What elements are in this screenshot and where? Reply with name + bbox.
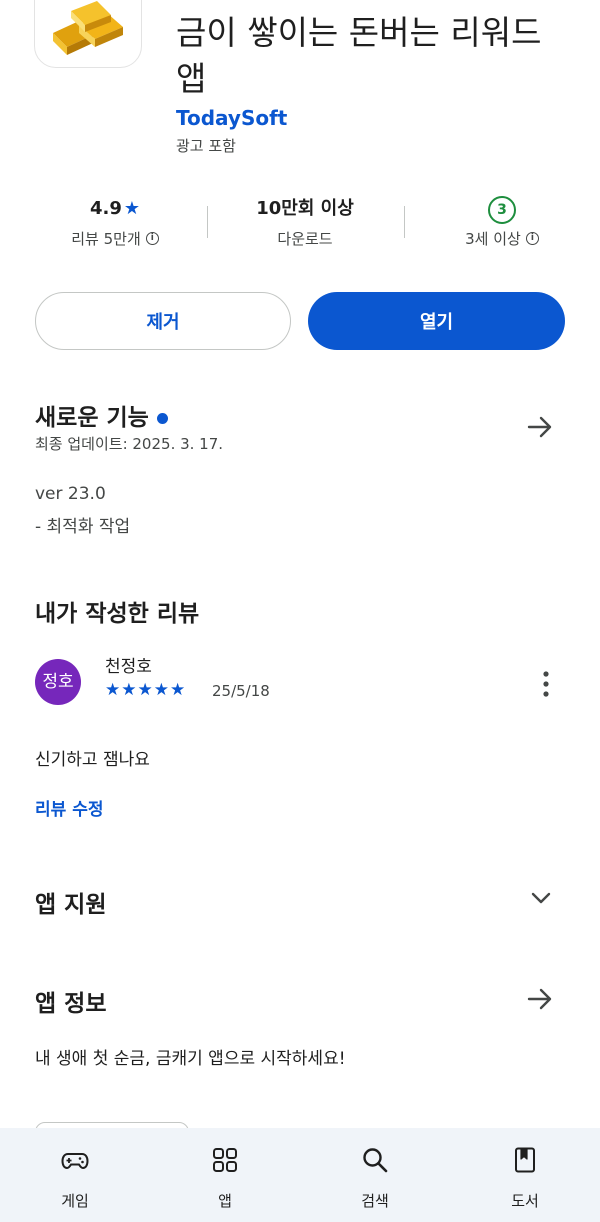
app-title: 금이 쌓이는 돈버는 리워드 앱 bbox=[176, 13, 542, 98]
stat-divider bbox=[207, 206, 208, 238]
version-text: ver 23.0 bbox=[35, 484, 106, 504]
more-options-icon[interactable] bbox=[534, 670, 558, 698]
app-support-title[interactable]: 앱 지원 bbox=[35, 885, 107, 919]
rating-stat[interactable]: 4.9 ★ 리뷰 5만개 i bbox=[40, 196, 190, 249]
gold-bars-icon bbox=[53, 1, 123, 55]
new-indicator-dot bbox=[156, 413, 168, 424]
my-review-title: 내가 작성한 리뷰 bbox=[35, 601, 200, 627]
release-notes: - 최적화 작업 bbox=[35, 517, 131, 537]
reviewer-name: 천정호 bbox=[105, 657, 152, 677]
nav-label-games: 게임 bbox=[61, 1192, 89, 1210]
avatar: 정호 bbox=[35, 659, 81, 705]
arrow-right-icon[interactable] bbox=[526, 985, 554, 1013]
stat-divider bbox=[404, 206, 405, 238]
reviews-count: 리뷰 5만개 bbox=[71, 230, 141, 248]
developer-link[interactable]: TodaySoft bbox=[176, 106, 287, 130]
chevron-down-icon[interactable] bbox=[529, 888, 553, 908]
rating-value: 4.9 bbox=[89, 198, 122, 219]
nav-label-books: 도서 bbox=[511, 1192, 539, 1210]
app-icon bbox=[34, 0, 142, 68]
downloads-label: 다운로드 bbox=[277, 230, 333, 248]
app-info-title[interactable]: 앱 정보 bbox=[35, 984, 107, 1018]
nav-games[interactable]: 게임 bbox=[25, 1128, 125, 1222]
review-date: 25/5/18 bbox=[212, 682, 270, 700]
whats-new-title-text: 새로운 기능 bbox=[35, 405, 149, 431]
age-rating-label: 3세 이상 bbox=[465, 230, 521, 248]
nav-books[interactable]: 도서 bbox=[475, 1128, 575, 1222]
nav-label-search: 검색 bbox=[361, 1192, 389, 1210]
star-icon: ★ bbox=[123, 198, 141, 219]
downloads-stat: 10만회 이상 다운로드 bbox=[230, 196, 380, 249]
downloads-value: 10만회 이상 bbox=[256, 198, 354, 219]
nav-label-apps: 앱 bbox=[218, 1192, 232, 1210]
search-icon bbox=[363, 1148, 388, 1173]
age-rating-stat[interactable]: 3 3세 이상 i bbox=[426, 196, 578, 249]
nav-apps[interactable]: 앱 bbox=[175, 1128, 275, 1222]
info-icon: i bbox=[525, 232, 539, 245]
bottom-navigation: 게임 앱 검색 도서 bbox=[0, 1128, 600, 1222]
uninstall-button[interactable]: 제거 bbox=[35, 292, 291, 350]
whats-new-title[interactable]: 새로운 기능 bbox=[35, 398, 168, 432]
review-stars: ★★★★★ bbox=[105, 680, 187, 700]
app-description: 내 생애 첫 순금, 금캐기 앱으로 시작하세요! bbox=[35, 1049, 346, 1069]
gamepad-icon bbox=[61, 1153, 89, 1170]
info-icon: i bbox=[145, 232, 159, 245]
ads-label: 광고 포함 bbox=[176, 137, 236, 155]
last-updated: 최종 업데이트: 2025. 3. 17. bbox=[35, 435, 224, 453]
apps-grid-icon bbox=[213, 1148, 237, 1172]
book-icon bbox=[515, 1147, 535, 1173]
age-rating-badge: 3 bbox=[488, 196, 516, 224]
review-text: 신기하고 잼나요 bbox=[35, 750, 150, 770]
nav-search[interactable]: 검색 bbox=[325, 1128, 425, 1222]
open-button[interactable]: 열기 bbox=[308, 292, 565, 350]
edit-review-link[interactable]: 리뷰 수정 bbox=[35, 795, 103, 820]
arrow-right-icon[interactable] bbox=[526, 413, 554, 441]
